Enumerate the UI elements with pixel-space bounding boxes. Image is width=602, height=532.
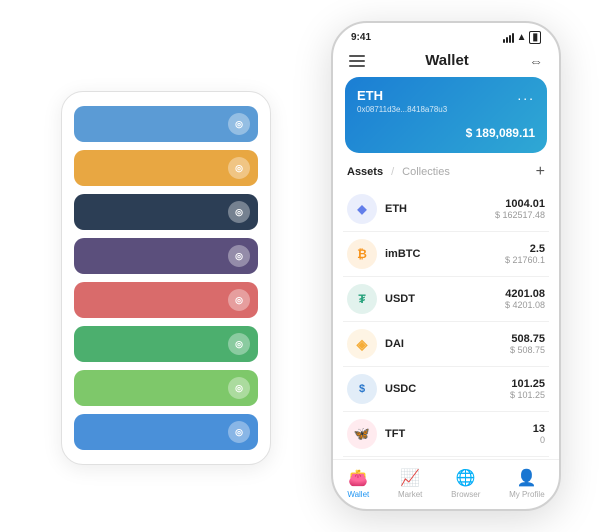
eth-amounts: 1004.01 $ 162517.48 (495, 198, 545, 220)
asset-name-eth: ETH (385, 203, 495, 215)
profile-nav-icon: 👤 (517, 468, 537, 488)
phone-header: Wallet ⇔ (333, 48, 559, 77)
card-dot: ◎ (228, 157, 250, 179)
eth-address: 0x08711d3e...8418a78u3 (357, 105, 535, 114)
add-asset-button[interactable]: + (536, 163, 545, 181)
asset-row-usdc[interactable]: $ USDC 101.25 $ 101.25 (343, 367, 549, 412)
imbtc-icon: ₿ (347, 239, 377, 269)
usdc-primary: 101.25 (510, 378, 545, 390)
eth-balance: $ 189,089.11 (357, 120, 535, 143)
tab-assets[interactable]: Assets (347, 166, 383, 178)
imbtc-primary: 2.5 (505, 243, 545, 255)
dai-icon: ◈ (347, 329, 377, 359)
asset-list: ◆ ETH 1004.01 $ 162517.48 ₿ imBTC 2.5 $ … (333, 187, 559, 459)
usdc-icon: $ (347, 374, 377, 404)
tft-icon: 🦋 (347, 419, 377, 449)
card-dot: ◎ (228, 245, 250, 267)
assets-header: Assets / Collecties + (333, 163, 559, 187)
eth-icon: ◆ (347, 194, 377, 224)
balance-value: 189,089.11 (472, 126, 535, 140)
card-dot: ◎ (228, 201, 250, 223)
scene: ◎ ◎ ◎ ◎ ◎ ◎ ◎ ◎ 9:41 (11, 11, 591, 521)
dai-secondary: $ 508.75 (510, 345, 545, 355)
usdc-amounts: 101.25 $ 101.25 (510, 378, 545, 400)
dai-amounts: 508.75 $ 508.75 (510, 333, 545, 355)
tft-amounts: 13 0 (533, 423, 545, 445)
card-item[interactable]: ◎ (74, 150, 258, 186)
profile-nav-label: My Profile (509, 490, 545, 499)
eth-card-menu[interactable]: ... (517, 87, 535, 103)
battery-icon: ▮ (529, 31, 541, 44)
eth-card-header: ETH ... (357, 87, 535, 103)
expand-icon[interactable]: ⇔ (529, 53, 543, 69)
imbtc-secondary: $ 21760.1 (505, 255, 545, 265)
signal-icon (503, 33, 514, 43)
bottom-nav: 👛 Wallet 📈 Market 🌐 Browser 👤 My Profile (333, 459, 559, 509)
asset-row-tft[interactable]: 🦋 TFT 13 0 (343, 412, 549, 457)
eth-primary: 1004.01 (495, 198, 545, 210)
card-item[interactable]: ◎ (74, 106, 258, 142)
asset-name-dai: DAI (385, 338, 510, 350)
asset-row-dai[interactable]: ◈ DAI 508.75 $ 508.75 (343, 322, 549, 367)
menu-button[interactable] (349, 55, 365, 67)
usdt-secondary: $ 4201.08 (505, 300, 545, 310)
page-title: Wallet (425, 52, 469, 69)
card-item[interactable]: ◎ (74, 238, 258, 274)
card-dot: ◎ (228, 289, 250, 311)
card-item[interactable]: ◎ (74, 194, 258, 230)
card-item[interactable]: ◎ (74, 370, 258, 406)
card-dot: ◎ (228, 421, 250, 443)
card-stack: ◎ ◎ ◎ ◎ ◎ ◎ ◎ ◎ (61, 91, 271, 465)
card-item[interactable]: ◎ (74, 326, 258, 362)
wallet-nav-label: Wallet (347, 490, 369, 499)
card-dot: ◎ (228, 113, 250, 135)
asset-name-usdt: USDT (385, 293, 505, 305)
imbtc-amounts: 2.5 $ 21760.1 (505, 243, 545, 265)
dai-primary: 508.75 (510, 333, 545, 345)
status-bar: 9:41 ▲ ▮ (333, 23, 559, 48)
assets-tabs: Assets / Collecties (347, 166, 450, 178)
nav-profile[interactable]: 👤 My Profile (509, 468, 545, 499)
eth-card[interactable]: ETH ... 0x08711d3e...8418a78u3 $ 189,089… (345, 77, 547, 153)
tft-primary: 13 (533, 423, 545, 435)
eth-secondary: $ 162517.48 (495, 210, 545, 220)
tft-secondary: 0 (533, 435, 545, 445)
wallet-nav-icon: 👛 (348, 468, 368, 488)
asset-row-imbtc[interactable]: ₿ imBTC 2.5 $ 21760.1 (343, 232, 549, 277)
asset-name-tft: TFT (385, 428, 533, 440)
usdc-secondary: $ 101.25 (510, 390, 545, 400)
tab-separator: / (391, 166, 394, 178)
status-time: 9:41 (351, 32, 371, 43)
card-item[interactable]: ◎ (74, 282, 258, 318)
nav-wallet[interactable]: 👛 Wallet (347, 468, 369, 499)
usdt-icon: ₮ (347, 284, 377, 314)
card-item[interactable]: ◎ (74, 414, 258, 450)
status-icons: ▲ ▮ (503, 31, 541, 44)
asset-row-eth[interactable]: ◆ ETH 1004.01 $ 162517.48 (343, 187, 549, 232)
card-dot: ◎ (228, 333, 250, 355)
nav-market[interactable]: 📈 Market (398, 468, 422, 499)
card-dot: ◎ (228, 377, 250, 399)
tab-collectibles[interactable]: Collecties (402, 166, 450, 178)
asset-row-usdt[interactable]: ₮ USDT 4201.08 $ 4201.08 (343, 277, 549, 322)
phone-frame: 9:41 ▲ ▮ Wallet ⇔ (331, 21, 561, 511)
nav-browser[interactable]: 🌐 Browser (451, 468, 480, 499)
eth-card-title: ETH (357, 88, 383, 103)
asset-name-imbtc: imBTC (385, 248, 505, 260)
market-nav-icon: 📈 (400, 468, 420, 488)
browser-nav-icon: 🌐 (456, 468, 476, 488)
wifi-icon: ▲ (517, 32, 527, 43)
usdt-primary: 4201.08 (505, 288, 545, 300)
usdt-amounts: 4201.08 $ 4201.08 (505, 288, 545, 310)
asset-name-usdc: USDC (385, 383, 510, 395)
market-nav-label: Market (398, 490, 422, 499)
browser-nav-label: Browser (451, 490, 480, 499)
